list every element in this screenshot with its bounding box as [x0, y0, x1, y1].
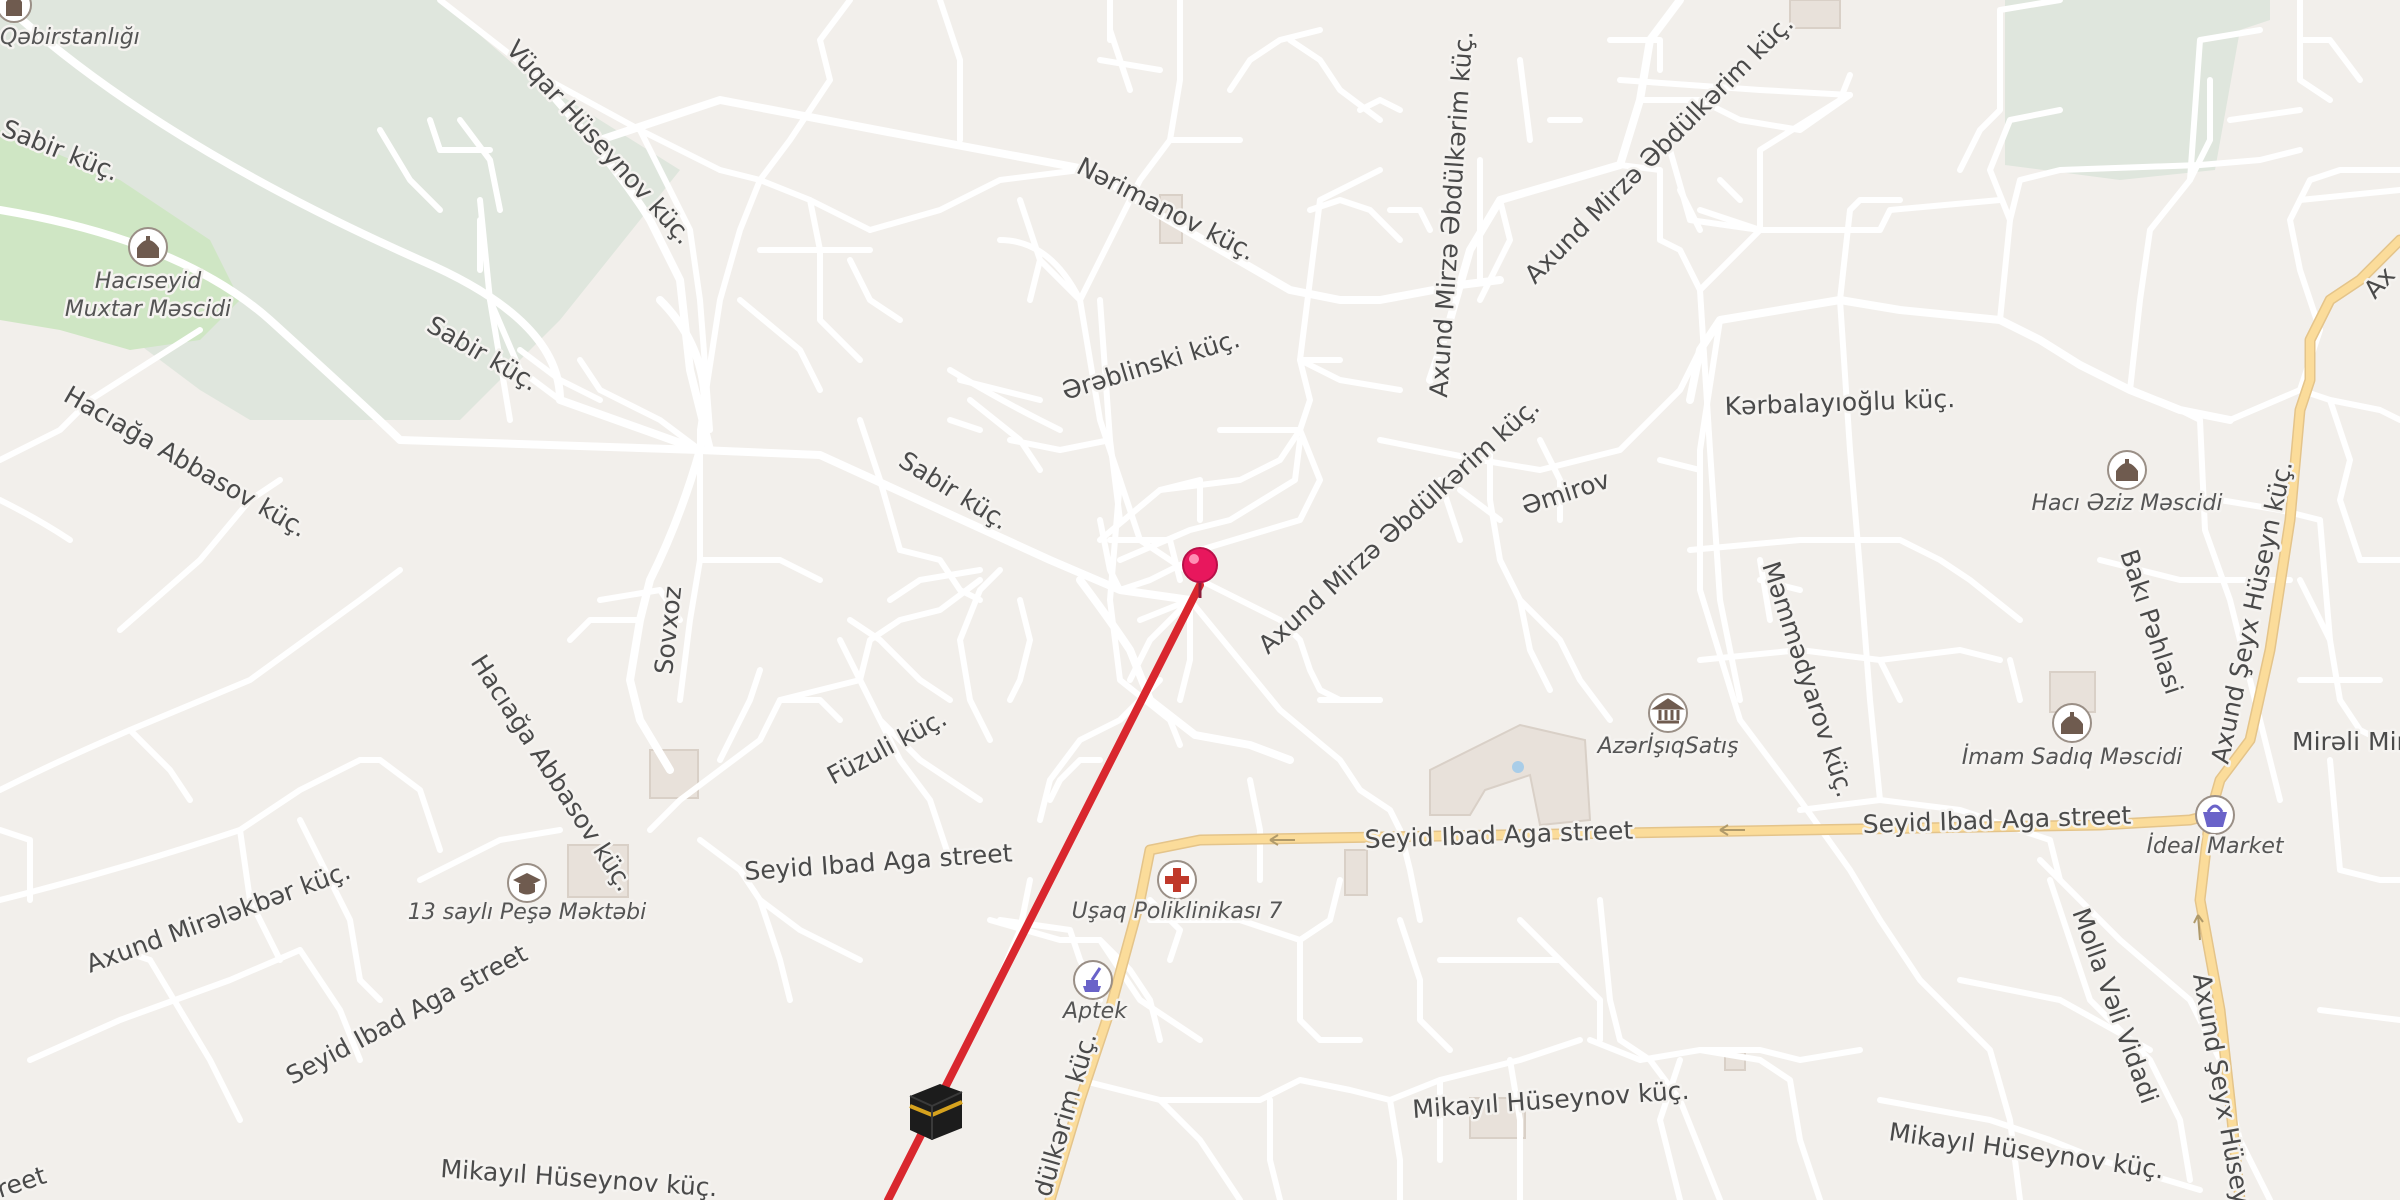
- building: [1789, 0, 1841, 29]
- poi-label: AzərİşıqSatış: [1596, 733, 1739, 759]
- poi-label: Hacı Əziz Məscidi: [2031, 491, 2222, 516]
- poi-label: Muxtar Məscidi: [65, 297, 231, 322]
- poi-label: Hacıseyid: [95, 269, 202, 294]
- poi-label: Uşaq Poliklinikası 7: [1072, 899, 1283, 924]
- poi-label: İmam Sadıq Məscidi: [1962, 744, 2183, 770]
- poi-label: Aptek: [1061, 999, 1128, 1024]
- building: [1344, 849, 1368, 896]
- cemetery-icon-shape: [6, 0, 22, 16]
- pin-highlight: [1189, 554, 1199, 564]
- fountain-dot: [1512, 761, 1524, 773]
- location-pin-icon: [1182, 547, 1218, 583]
- mosque-icon-finial: [2125, 459, 2129, 465]
- cap-icon-base: [519, 884, 535, 895]
- poi-label: 13 saylı Peşə Məktəbi: [408, 900, 646, 925]
- mosque-icon-finial: [2070, 712, 2074, 718]
- street-label: Mirəli Mir: [2292, 727, 2400, 756]
- poi-label: İdeal Market: [2147, 833, 2285, 859]
- poi-label: Qəbirstanlığı: [0, 25, 140, 50]
- basket-icon-body: [2203, 812, 2227, 827]
- map-canvas[interactable]: Vüqar Hüseynov küç. Nərimanov küç. Axund…: [0, 0, 2400, 1200]
- mosque-icon-finial: [146, 236, 150, 242]
